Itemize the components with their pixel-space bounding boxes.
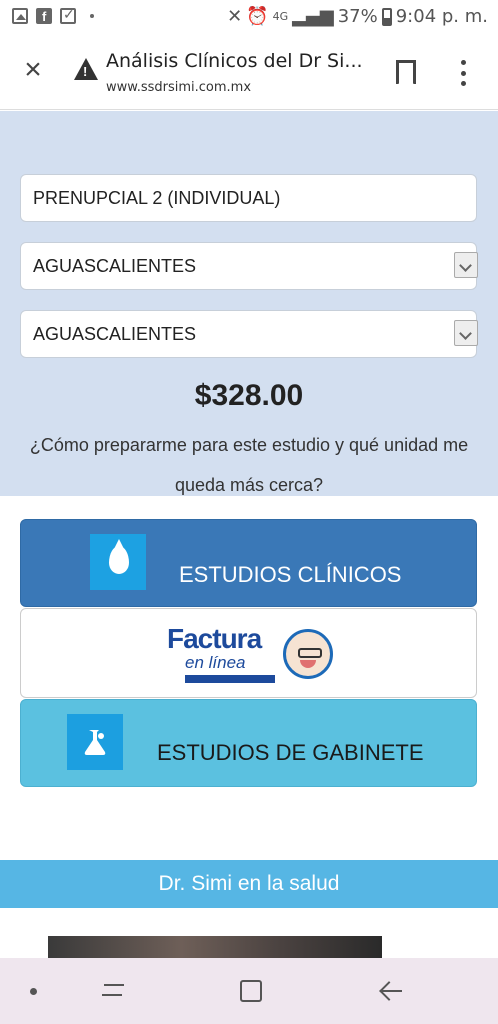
city-select[interactable]: AGUASCALIENTES <box>20 310 478 358</box>
recent-apps-icon[interactable] <box>100 980 126 1002</box>
clock: 9:04 p. m. <box>395 6 488 27</box>
chevron-down-icon[interactable] <box>454 320 478 346</box>
article-photo[interactable] <box>48 936 382 960</box>
alarm-icon: ⏰ <box>246 6 269 27</box>
more-vert-icon[interactable] <box>460 60 466 86</box>
study-form: PRENUPCIAL 2 (INDIVIDUAL) AGUASCALIENTES… <box>0 111 498 496</box>
factura-online-button[interactable]: Factura en línea <box>20 608 477 698</box>
warning-icon[interactable] <box>74 58 98 80</box>
network-type: 4G <box>272 10 289 23</box>
image-icon <box>12 8 28 24</box>
checklist-icon <box>60 6 76 24</box>
study-price: $328.00 <box>194 379 304 412</box>
system-nav-bar <box>0 958 498 1024</box>
factura-bar <box>185 675 275 683</box>
clinical-studies-button[interactable]: ESTUDIOS CLÍNICOS <box>20 519 477 607</box>
page-title: Análisis Clínicos del Dr Si... <box>106 50 363 72</box>
signal-icon: ▂▄▆ <box>292 6 334 27</box>
close-icon[interactable]: × <box>18 55 48 86</box>
more-notifications-icon <box>90 14 94 18</box>
battery-percent: 37% <box>337 6 378 27</box>
cabinet-studies-label: ESTUDIOS DE GABINETE <box>157 740 424 765</box>
bookmark-icon[interactable] <box>396 60 416 86</box>
cabinet-studies-button[interactable]: ESTUDIOS DE GABINETE <box>20 699 477 787</box>
factura-word: Factura <box>167 623 262 654</box>
chevron-down-icon[interactable] <box>454 252 478 278</box>
browser-toolbar: × Análisis Clínicos del Dr Si... www.ssd… <box>0 36 498 110</box>
factura-logo: Factura en línea <box>167 623 337 685</box>
state-select-value: AGUASCALIENTES <box>33 256 197 276</box>
back-icon[interactable] <box>380 982 402 1000</box>
water-drop-icon <box>90 534 146 590</box>
mute-icon: ✕ <box>227 6 243 27</box>
dr-simi-logo-icon <box>283 629 333 679</box>
notification-icons <box>12 6 94 24</box>
battery-icon <box>381 7 392 26</box>
clinical-studies-label: ESTUDIOS CLÍNICOS <box>179 562 402 587</box>
facebook-icon <box>36 8 52 24</box>
system-status: ✕ ⏰ 4G ▂▄▆ 37% 9:04 p. m. <box>227 6 488 27</box>
preparation-link[interactable]: ¿Cómo prepararme para este estudio y qué… <box>20 425 478 505</box>
study-field[interactable]: PRENUPCIAL 2 (INDIVIDUAL) <box>20 174 477 222</box>
flask-icon <box>67 714 123 770</box>
factura-sub: en línea <box>185 653 246 672</box>
home-icon[interactable] <box>240 980 262 1002</box>
assistant-dot-icon[interactable] <box>30 988 37 995</box>
status-bar: ✕ ⏰ 4G ▂▄▆ 37% 9:04 p. m. <box>0 0 498 36</box>
city-select-value: AGUASCALIENTES <box>33 324 197 344</box>
state-select[interactable]: AGUASCALIENTES <box>20 242 478 290</box>
page-url: www.ssdrsimi.com.mx <box>106 80 252 95</box>
salud-banner: Dr. Simi en la salud <box>0 860 498 908</box>
